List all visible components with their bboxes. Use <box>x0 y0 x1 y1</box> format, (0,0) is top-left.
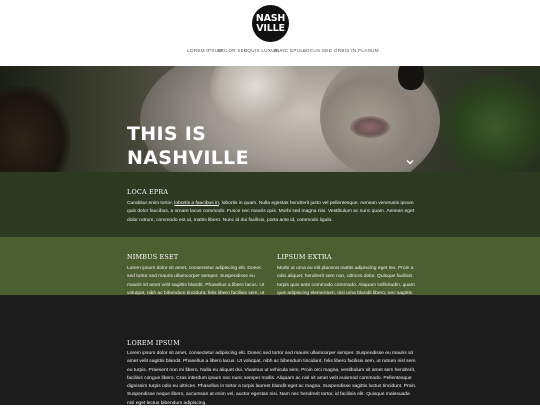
section-text-bottom: Lorem ipsum dolor sit amet, consectetur … <box>127 351 417 406</box>
chevron-down-icon[interactable] <box>404 155 416 167</box>
section-lorem-ipsum: LOREM IPSUM Lorem ipsum dolor sit amet, … <box>0 295 540 406</box>
section-two-columns: NIMBUS ESET Lorem ipsum dolor sit amet, … <box>0 237 540 321</box>
logo-line-2: VILLE <box>256 23 285 34</box>
hero-title-line-2: NASHVILLE <box>127 147 249 169</box>
hero-koala-nose <box>398 66 424 90</box>
section-inline-link[interactable]: lobortis a faucibus in <box>174 201 219 206</box>
hero-title: THIS IS NASHVILLE <box>127 122 387 170</box>
hero-foliage-shape <box>440 76 540 172</box>
hero-title-line-1: THIS IS <box>127 123 207 145</box>
section-text-start: Curabitur enim tortor, <box>127 201 175 206</box>
section-heading-bottom: LOREM IPSUM <box>127 339 180 347</box>
section-heading: LOCA EPRA <box>127 188 169 196</box>
site-header: NASH VILLE LOREM IPSUM DOLOR SED EQUIS L… <box>0 0 540 66</box>
nav-item-locus-sed-orbis[interactable]: LOCUS SED ORBIS IN PLANUM <box>303 48 379 53</box>
main-nav: LOREM IPSUM DOLOR SED EQUIS LUXUM NUNC E… <box>0 48 540 58</box>
section-text: Curabitur enim tortor, lobortis a faucib… <box>127 200 415 225</box>
column-heading-left: NIMBUS ESET <box>127 253 179 261</box>
column-heading-right: LIPSUM EXTRA <box>277 253 332 261</box>
site-logo[interactable]: NASH VILLE <box>252 5 289 42</box>
section-loca-epra: LOCA EPRA Curabitur enim tortor, loborti… <box>0 172 540 237</box>
nav-item-nunc-epula[interactable]: NUNC EPULA <box>274 48 307 53</box>
hero-branch-shape <box>0 86 70 172</box>
